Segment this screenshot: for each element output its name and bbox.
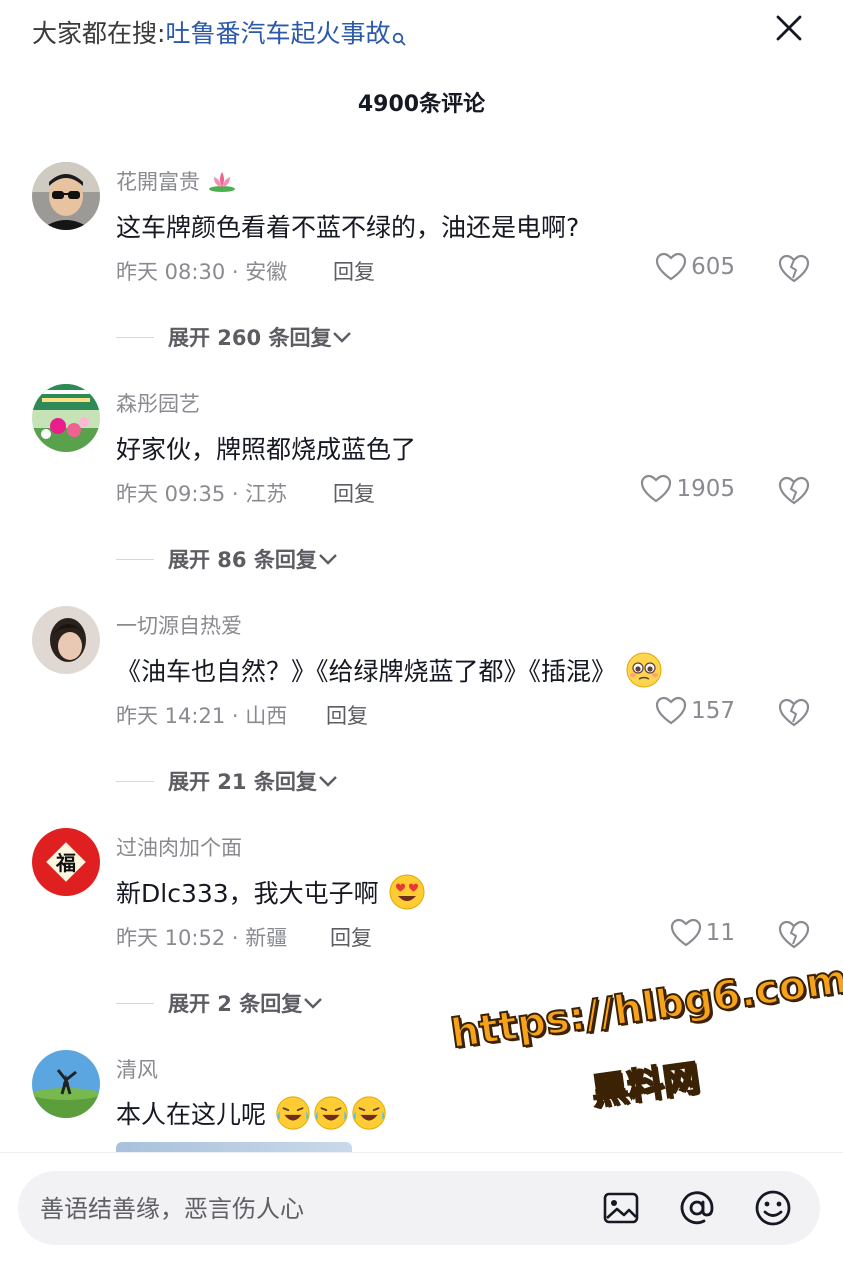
trending-search-prefix: 大家都在搜: (32, 19, 166, 48)
mention-icon[interactable] (676, 1187, 718, 1229)
comment-input-placeholder: 善语结善缘，恶言伤人心 (40, 1195, 304, 1223)
comment-text: 新Dlc333，我大屯子啊 (116, 872, 427, 918)
divider (116, 1002, 154, 1004)
comment-username[interactable]: 花開富贵 (116, 166, 237, 198)
comment-text: 好家伙，牌照都烧成蓝色了 (116, 435, 417, 464)
like-count: 1905 (676, 476, 735, 502)
chevron-down-icon (304, 998, 323, 1009)
comment-username[interactable]: 森彤园艺 (116, 388, 200, 418)
comment-text: 《油车也自然？》《给绿牌烧蓝了都》《插混》 (116, 650, 664, 696)
heart-icon (655, 696, 687, 725)
laughing-crying-emoji-icon (350, 1094, 388, 1138)
comment-username[interactable]: 一切源自热爱 (116, 610, 242, 640)
expand-replies-button[interactable]: 展开 260 条回复 (116, 322, 353, 352)
watermark-name: 黑料网 (588, 1057, 703, 1115)
watermark-url: https://hlbg6.com (447, 955, 843, 1058)
comment-text: 本人在这儿呢 (116, 1094, 388, 1138)
like-button[interactable]: 1905 (640, 474, 735, 504)
lotus-icon (207, 169, 237, 198)
avatar[interactable] (32, 384, 100, 452)
dislike-icon[interactable] (778, 698, 810, 730)
reply-button[interactable]: 回复 (333, 478, 375, 508)
expand-replies-button[interactable]: 展开 21 条回复 (116, 766, 339, 796)
comment-input-bar: 善语结善缘，恶言伤人心 (0, 1152, 843, 1280)
comment-username[interactable]: 清风 (116, 1054, 158, 1084)
trending-search-term[interactable]: 吐鲁番汽车起火事故 (165, 19, 390, 48)
like-button[interactable]: 157 (655, 696, 735, 726)
heart-icon (641, 474, 672, 503)
expand-replies-button[interactable]: 展开 2 条回复 (116, 988, 324, 1018)
top-bar: 大家都在搜:吐鲁番汽车起火事故 (0, 0, 843, 66)
chevron-down-icon (319, 554, 337, 565)
avatar[interactable] (32, 606, 100, 674)
fu-character: 福 (55, 851, 76, 875)
like-count: 157 (691, 698, 735, 724)
expand-replies-button[interactable]: 展开 86 条回复 (116, 544, 339, 574)
dislike-icon[interactable] (778, 254, 810, 286)
pleading-face-emoji-icon (624, 650, 664, 696)
divider (116, 558, 154, 560)
comment-time-location: 昨天 08:30 · 安徽 (116, 260, 288, 284)
chevron-down-icon (319, 776, 337, 787)
divider (116, 336, 154, 338)
comment-time-location: 昨天 09:35 · 江苏 (116, 482, 288, 506)
trending-search-link[interactable]: 大家都在搜:吐鲁番汽车起火事故 (32, 16, 406, 56)
like-button[interactable]: 11 (670, 918, 735, 948)
like-count: 605 (691, 254, 735, 280)
comment-input[interactable]: 善语结善缘，恶言伤人心 (18, 1171, 820, 1245)
divider (116, 780, 154, 782)
reply-button[interactable]: 回复 (333, 256, 375, 286)
close-icon[interactable] (773, 12, 805, 44)
emoji-icon[interactable] (752, 1187, 794, 1229)
heart-icon (655, 252, 687, 281)
dislike-icon[interactable] (778, 476, 810, 508)
comment-count-title: 4900条评论 (357, 92, 486, 117)
dislike-icon[interactable] (778, 920, 810, 952)
laughing-crying-emoji-icon (312, 1094, 350, 1138)
chevron-down-icon (333, 332, 352, 343)
like-button[interactable]: 605 (655, 252, 735, 282)
watermark: https://hlbg6.com 黑料网 (447, 955, 843, 1130)
heart-eyes-emoji-icon (387, 872, 427, 918)
comment-time-location: 昨天 10:52 · 新疆 (116, 926, 288, 950)
reply-button[interactable]: 回复 (330, 922, 372, 952)
reply-button[interactable]: 回复 (326, 700, 368, 730)
comment-text: 这车牌颜色看着不蓝不绿的，油还是电啊? (116, 213, 580, 242)
like-count: 11 (705, 920, 735, 946)
search-icon (392, 20, 406, 56)
comment-time-location: 昨天 14:21 · 山西 (116, 704, 288, 728)
avatar[interactable]: 福 (32, 828, 100, 896)
heart-icon (670, 918, 701, 947)
avatar[interactable] (32, 162, 100, 230)
laughing-crying-emoji-icon (274, 1094, 312, 1138)
avatar[interactable] (32, 1050, 100, 1118)
comment-username[interactable]: 过油肉加个面 (116, 832, 242, 862)
image-icon[interactable] (600, 1187, 642, 1229)
